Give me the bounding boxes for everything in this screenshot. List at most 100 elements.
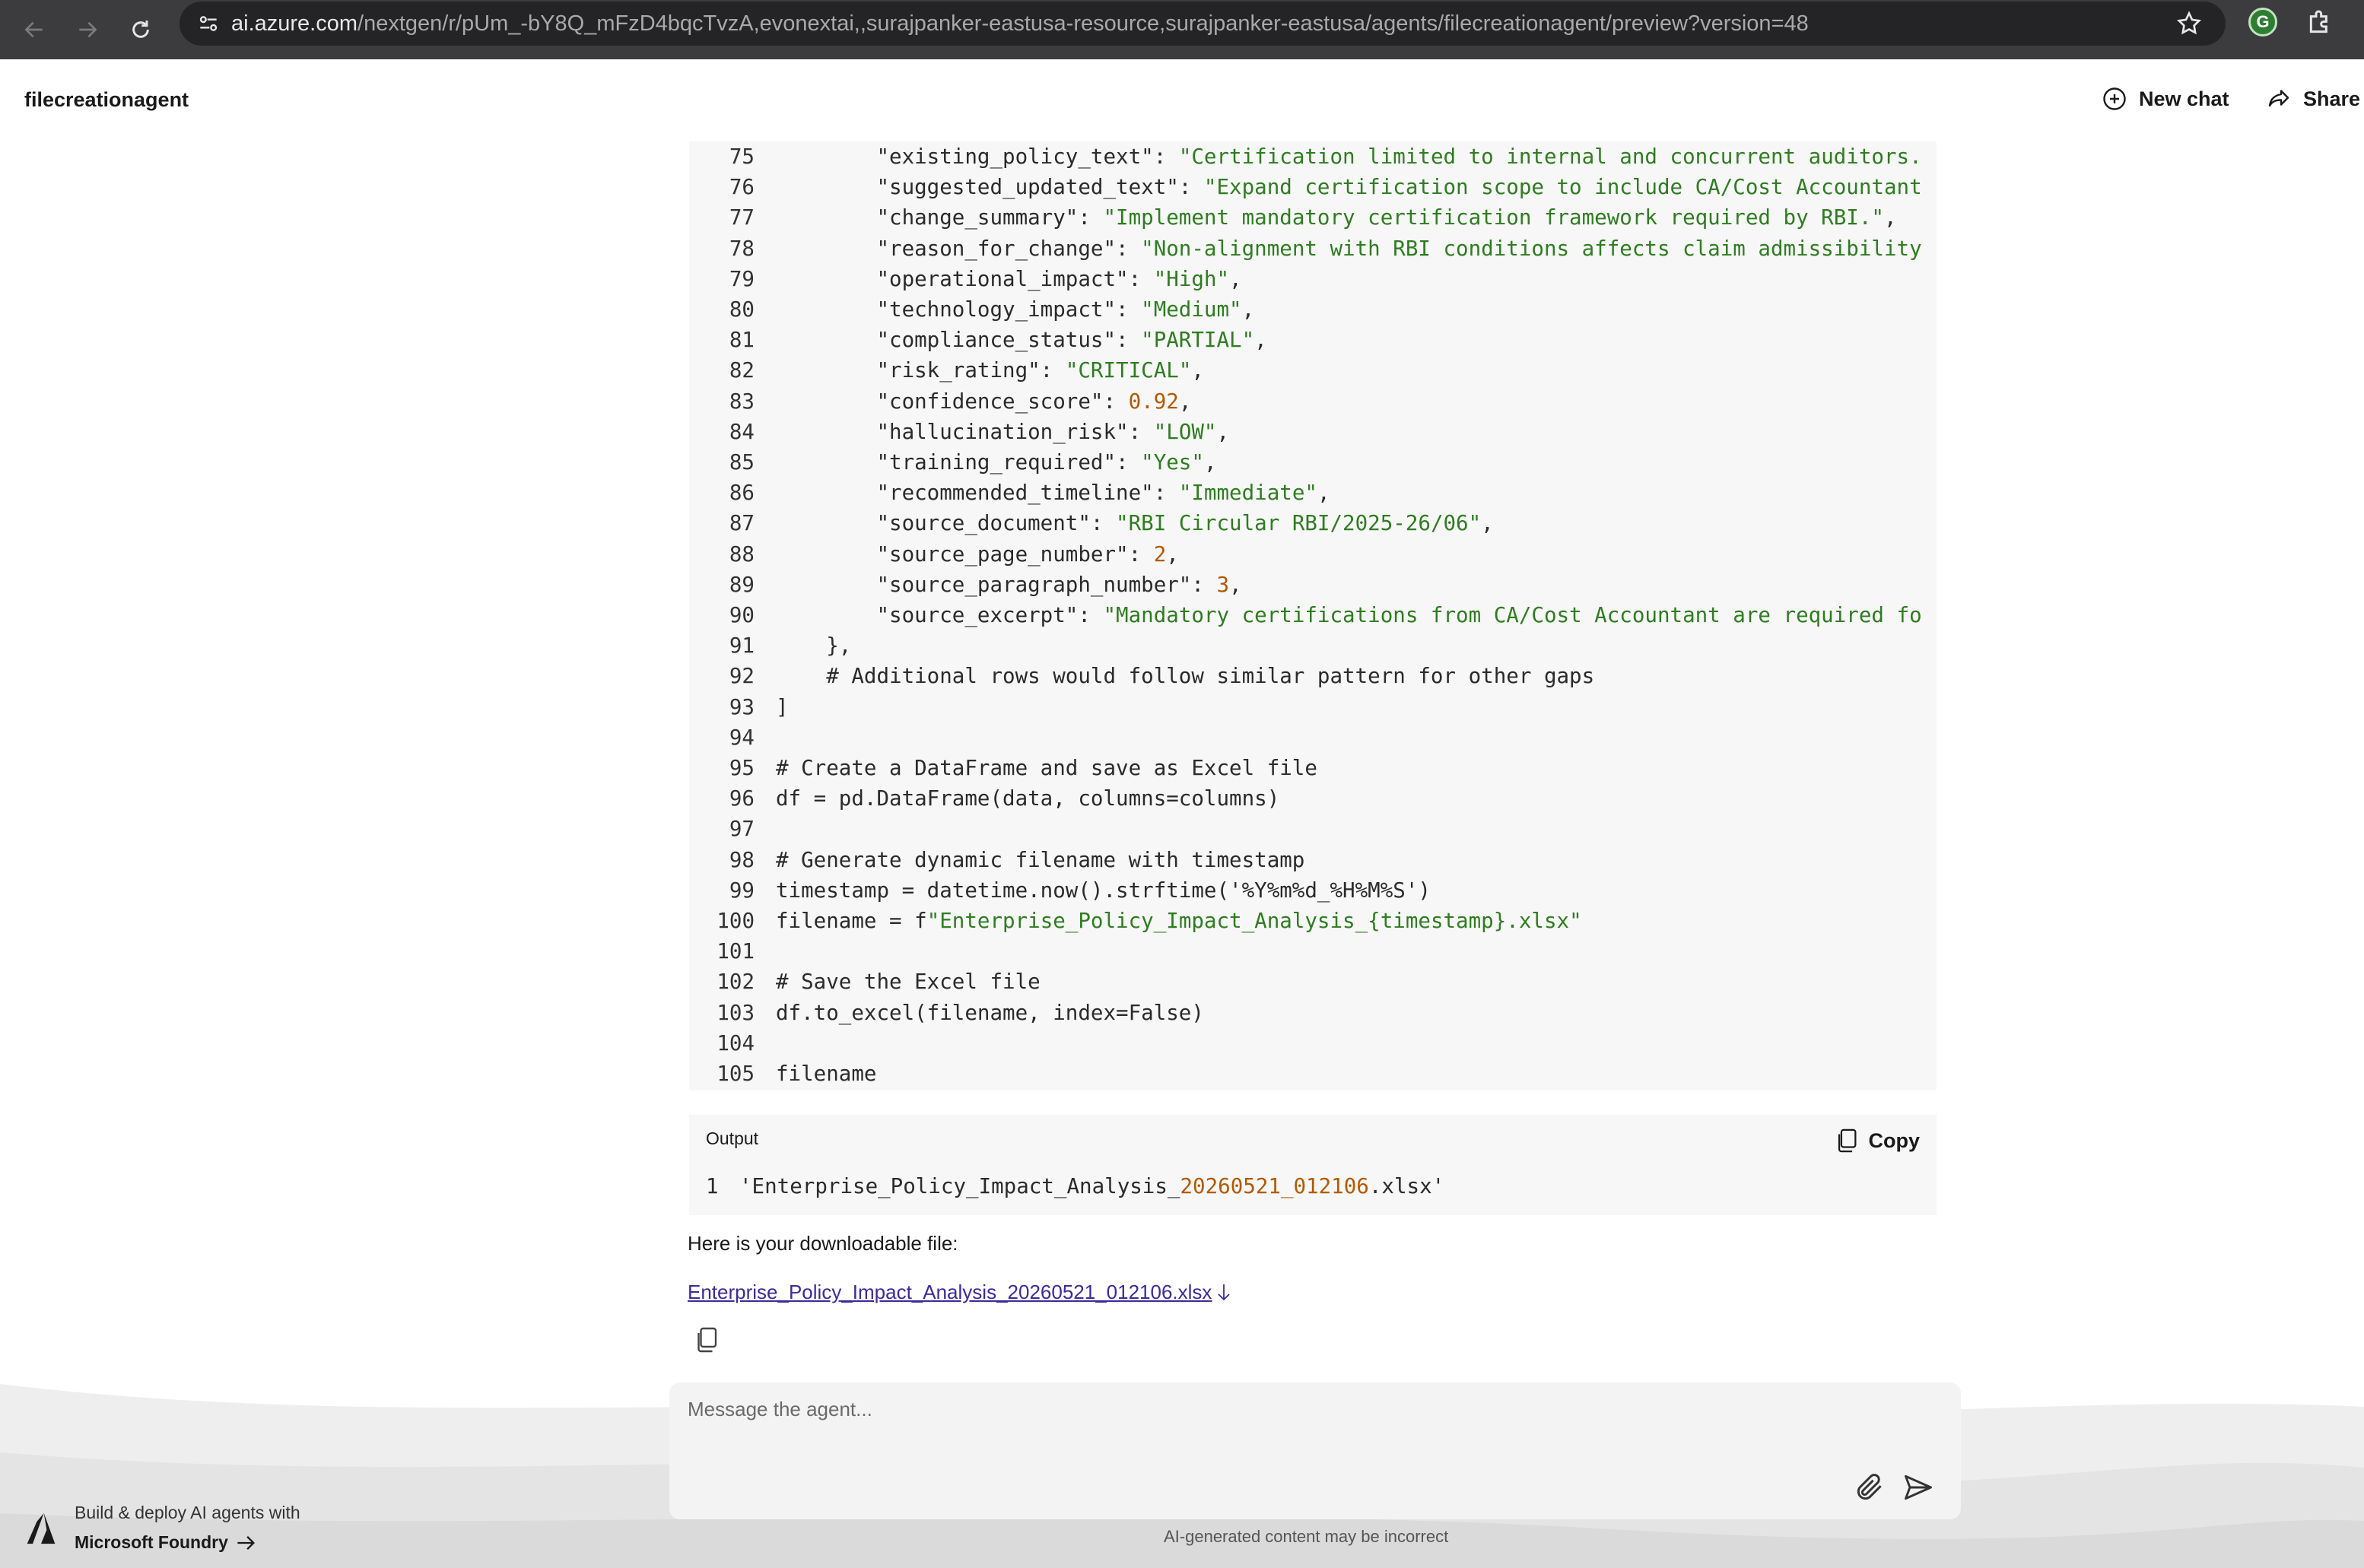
line-number: 80: [729, 297, 755, 322]
extension-letter: G: [2256, 12, 2270, 31]
line-number: 97: [729, 817, 755, 842]
reload-icon: [132, 21, 149, 38]
code-token: "source_excerpt":: [776, 603, 1104, 627]
code-string: "CRITICAL": [1065, 358, 1192, 383]
new-chat-button[interactable]: New chat: [2101, 85, 2229, 113]
code-text: "change_summary": "Implement mandatory c…: [776, 202, 1896, 233]
grammarly-extension-icon[interactable]: G: [2248, 8, 2277, 37]
line-number: 75: [729, 144, 755, 169]
code-token: "recommended_timeline":: [776, 481, 1179, 506]
output-value-date: 20260521: [1180, 1174, 1281, 1198]
line-number: 92: [729, 664, 755, 689]
line-number: 86: [729, 481, 755, 506]
code-token: filename: [776, 1062, 877, 1086]
download-arrow-icon: [1218, 1284, 1231, 1300]
line-number: 81: [729, 328, 755, 353]
share-label: Share: [2303, 87, 2361, 110]
output-line: 1 'Enterprise_Policy_Impact_Analysis_2026…: [706, 1171, 1444, 1201]
code-number: 0.92: [1128, 389, 1179, 414]
code-token: "source_page_number":: [776, 541, 1154, 567]
code-line: 97: [689, 814, 776, 844]
code-text: },: [776, 630, 851, 661]
code-string: "Non-alignment with RBI conditions affec…: [1141, 236, 1922, 261]
url-domain: ai.azure.com: [231, 11, 358, 36]
copy-message-icon[interactable]: [695, 1326, 718, 1354]
code-string: "Implement mandatory certification frame…: [1103, 205, 1884, 230]
code-line: 75 "existing_policy_text": "Certificatio…: [689, 141, 1922, 172]
code-token: ,: [1166, 541, 1179, 567]
code-token: "hallucination_risk":: [776, 419, 1154, 444]
microsoft-foundry-link[interactable]: Microsoft Foundry: [75, 1532, 300, 1553]
line-number: 102: [717, 970, 755, 995]
code-token: "source_document":: [776, 511, 1117, 536]
line-number: 101: [717, 939, 755, 964]
forward-button[interactable]: [61, 7, 114, 52]
line-number: 77: [729, 205, 755, 230]
code-line: 88 "source_page_number": 2,: [689, 539, 1179, 570]
line-number: 95: [729, 756, 755, 780]
code-token: # Additional rows would follow similar p…: [776, 664, 1595, 689]
code-token: # Create a DataFrame and save as Excel f…: [776, 756, 1317, 780]
code-token: ,: [1229, 266, 1242, 291]
line-number: 87: [729, 511, 755, 536]
copy-output-button[interactable]: Copy: [1835, 1119, 1920, 1162]
code-token: filename = f: [776, 909, 927, 933]
back-button[interactable]: [8, 7, 61, 52]
code-string: "Certification limited to internal and c…: [1178, 144, 1922, 169]
share-button[interactable]: Share: [2265, 85, 2360, 113]
agent-name-title: filecreationagent: [24, 88, 189, 111]
code-line: 85 "training_required": "Yes",: [689, 447, 1217, 478]
code-line: 93]: [689, 692, 789, 722]
code-text: df.to_excel(filename, index=False): [776, 998, 1204, 1028]
output-block: Output Copy 1 'Enterprise_Policy_Impact_A…: [689, 1115, 1937, 1215]
code-string: "High": [1153, 266, 1230, 291]
line-number: 105: [717, 1062, 755, 1086]
code-token: ,: [1178, 389, 1192, 414]
code-line: 77 "change_summary": "Implement mandator…: [689, 202, 1897, 233]
address-bar[interactable]: ai.azure.com/nextgen/r/pUm_-bY8Q_mFzD4bq…: [180, 2, 2226, 46]
message-composer[interactable]: Message the agent...: [669, 1382, 1961, 1519]
code-token: ,: [1241, 297, 1255, 322]
line-number: 90: [729, 603, 755, 627]
code-text: filename: [776, 1059, 876, 1089]
star-icon[interactable]: [2175, 10, 2203, 37]
download-file-link[interactable]: Enterprise_Policy_Impact_Analysis_202605…: [688, 1281, 1233, 1304]
line-number: 100: [717, 909, 755, 933]
code-token: },: [776, 633, 852, 659]
browser-toolbar: ai.azure.com/nextgen/r/pUm_-bY8Q_mFzD4bq…: [0, 0, 2364, 59]
code-line: 98 # Generate dynamic filename with times…: [689, 845, 1305, 875]
code-text: timestamp = datetime.now().strftime('%Y%…: [776, 875, 1431, 906]
code-token: ,: [1481, 511, 1494, 536]
code-line: 79 "operational_impact": "High",: [689, 264, 1242, 294]
code-text: # Create a DataFrame and save as Excel f…: [776, 753, 1317, 783]
send-icon[interactable]: [1902, 1471, 1935, 1504]
arrow-left-icon: [24, 21, 43, 38]
line-number: 89: [729, 572, 755, 597]
code-line: 87 "source_document": "RBI Circular RBI/…: [689, 508, 1494, 538]
output-value-suffix: .xlsx': [1368, 1174, 1445, 1198]
code-text: "reason_for_change": "Non-alignment with…: [776, 233, 1922, 264]
share-icon: [2268, 90, 2289, 107]
code-token: timestamp = datetime.now().strftime('%Y%…: [776, 878, 1431, 903]
puzzle-icon[interactable]: [2305, 8, 2335, 38]
line-number: 93: [729, 694, 755, 719]
assistant-message-text: Here is your downloadable file:: [688, 1232, 958, 1255]
output-value-prefix: 'Enterprise_Policy_Impact_Analysis_: [739, 1174, 1180, 1198]
reload-button[interactable]: [114, 7, 167, 52]
code-token: # Save the Excel file: [776, 970, 1041, 995]
output-value-sep: _: [1280, 1174, 1294, 1198]
file-link-text: Enterprise_Policy_Impact_Analysis_202605…: [688, 1281, 1212, 1303]
code-text: "source_excerpt": "Mandatory certificati…: [776, 600, 1921, 630]
ai-disclaimer: AI-generated content may be incorrect: [1164, 1527, 1449, 1546]
line-number: 96: [729, 786, 755, 811]
site-settings-icon: [199, 16, 218, 31]
paperclip-icon[interactable]: [1853, 1471, 1886, 1504]
code-text: "source_paragraph_number": 3,: [776, 570, 1241, 600]
arrow-right-icon: [79, 21, 97, 38]
line-number: 88: [729, 541, 755, 567]
site-settings-button[interactable]: [186, 2, 231, 46]
message-input[interactable]: Message the agent...: [688, 1398, 872, 1421]
code-token: "source_paragraph_number":: [776, 572, 1217, 597]
line-number: 98: [729, 847, 755, 872]
code-string: "Yes": [1141, 450, 1204, 475]
